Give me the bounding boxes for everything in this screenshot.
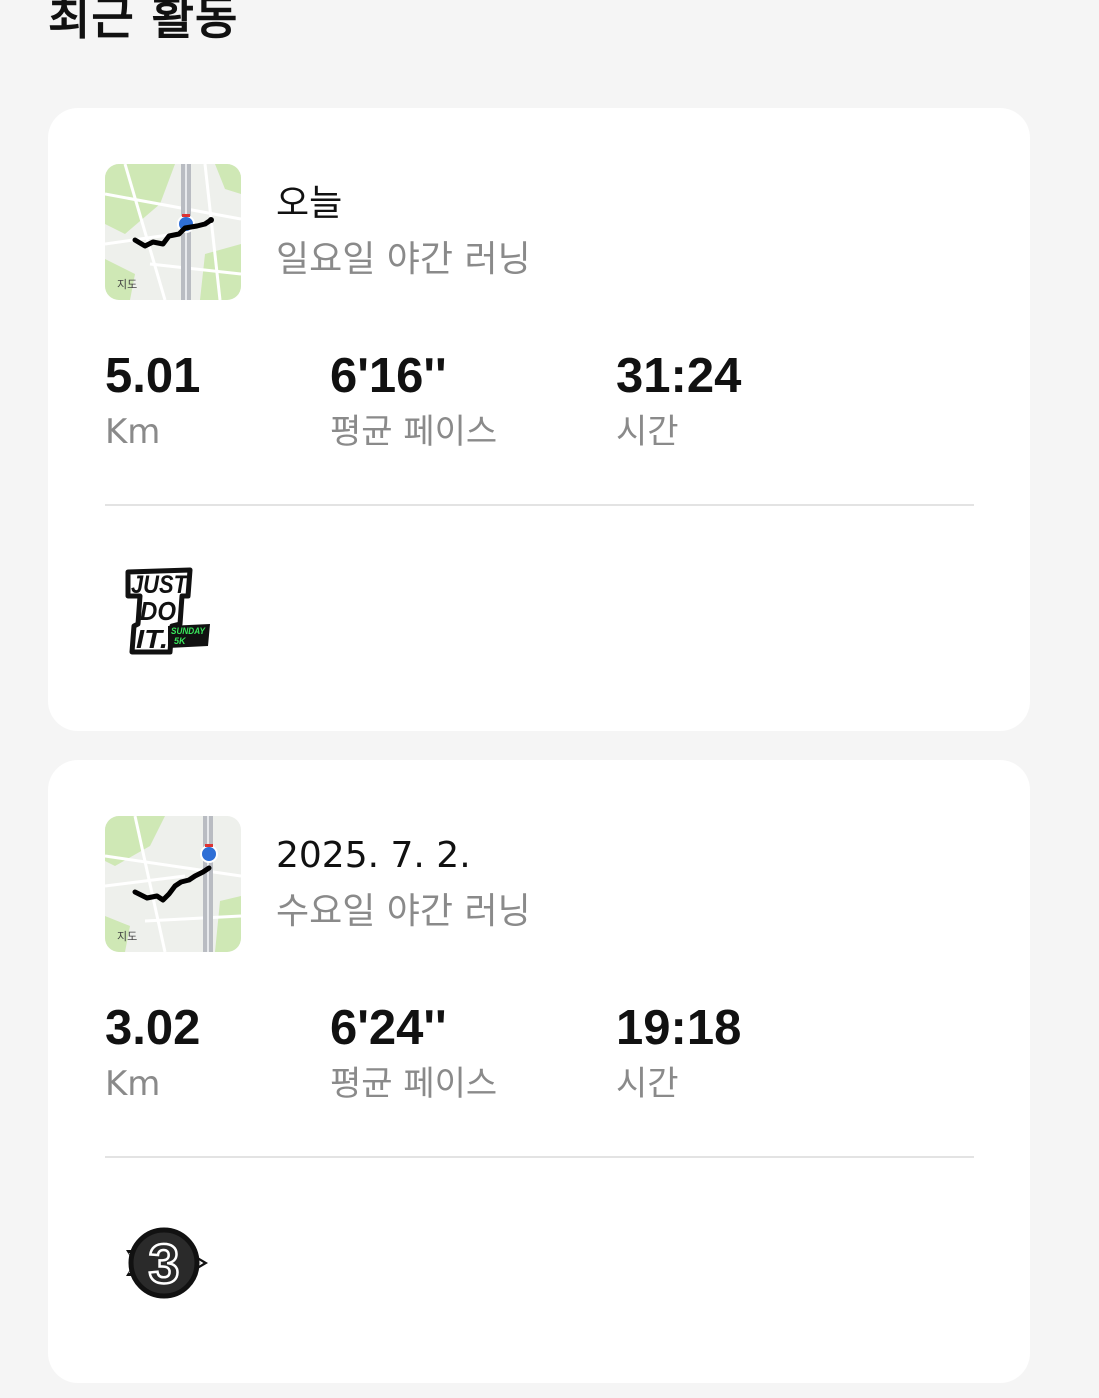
activity-card[interactable]: 지도 2025. 7. 2. 수요일 야간 러닝 3.02 Km 6'24'' … (48, 760, 1030, 1383)
stat-label: 시간 (616, 1064, 679, 1104)
section-title: 최근 활동 (48, 0, 239, 45)
just-do-it-badge[interactable]: JUST DO IT. SUNDAY 5K (124, 566, 214, 656)
badge-number: 3 (148, 1232, 179, 1295)
badge-tag-text: 5K (174, 636, 187, 646)
stat-label: 시간 (616, 412, 679, 452)
three-k-badge[interactable]: 3 (124, 1218, 214, 1308)
card-divider (105, 1156, 974, 1158)
stat-value: 6'24'' (330, 1001, 447, 1055)
route-map-icon: 지도 (105, 164, 241, 300)
stat-time: 31:24 시간 (616, 348, 741, 454)
stat-value: 3.02 (105, 1001, 201, 1055)
map-watermark: 지도 (117, 930, 137, 943)
activity-name: 일요일 야간 러닝 (276, 239, 531, 280)
stat-label: 평균 페이스 (330, 412, 498, 452)
route-map-icon: 지도 (105, 816, 241, 952)
stat-label: Km (105, 412, 161, 452)
badge-tag-text: SUNDAY (171, 626, 206, 636)
route-map-thumbnail[interactable]: 지도 (105, 816, 241, 952)
badge-text-line: IT. (136, 624, 168, 654)
activity-card[interactable]: 지도 오늘 일요일 야간 러닝 5.01 Km 6'16'' 평균 페이스 31… (48, 108, 1030, 731)
three-k-arrow-badge-icon: 3 (126, 1227, 208, 1299)
stat-distance: 3.02 Km (105, 1000, 200, 1106)
stat-label: Km (105, 1064, 161, 1104)
stat-pace: 6'24'' 평균 페이스 (330, 1000, 497, 1106)
activity-date: 2025. 7. 2. (276, 835, 471, 876)
card-divider (105, 504, 974, 506)
stat-distance: 5.01 Km (105, 348, 200, 454)
badge-text-line: DO (140, 596, 176, 626)
activity-name: 수요일 야간 러닝 (276, 891, 531, 932)
stat-label: 평균 페이스 (330, 1064, 498, 1104)
stat-time: 19:18 시간 (616, 1000, 741, 1106)
stat-value: 31:24 (616, 349, 742, 403)
activity-date: 오늘 (276, 183, 343, 224)
stat-value: 5.01 (105, 349, 201, 403)
map-watermark: 지도 (117, 278, 137, 291)
badge-text-line: JUST (131, 571, 189, 599)
stat-pace: 6'16'' 평균 페이스 (330, 348, 497, 454)
just-do-it-badge-icon: JUST DO IT. SUNDAY 5K (125, 567, 210, 655)
stat-value: 19:18 (616, 1001, 742, 1055)
stat-value: 6'16'' (330, 349, 447, 403)
route-map-thumbnail[interactable]: 지도 (105, 164, 241, 300)
